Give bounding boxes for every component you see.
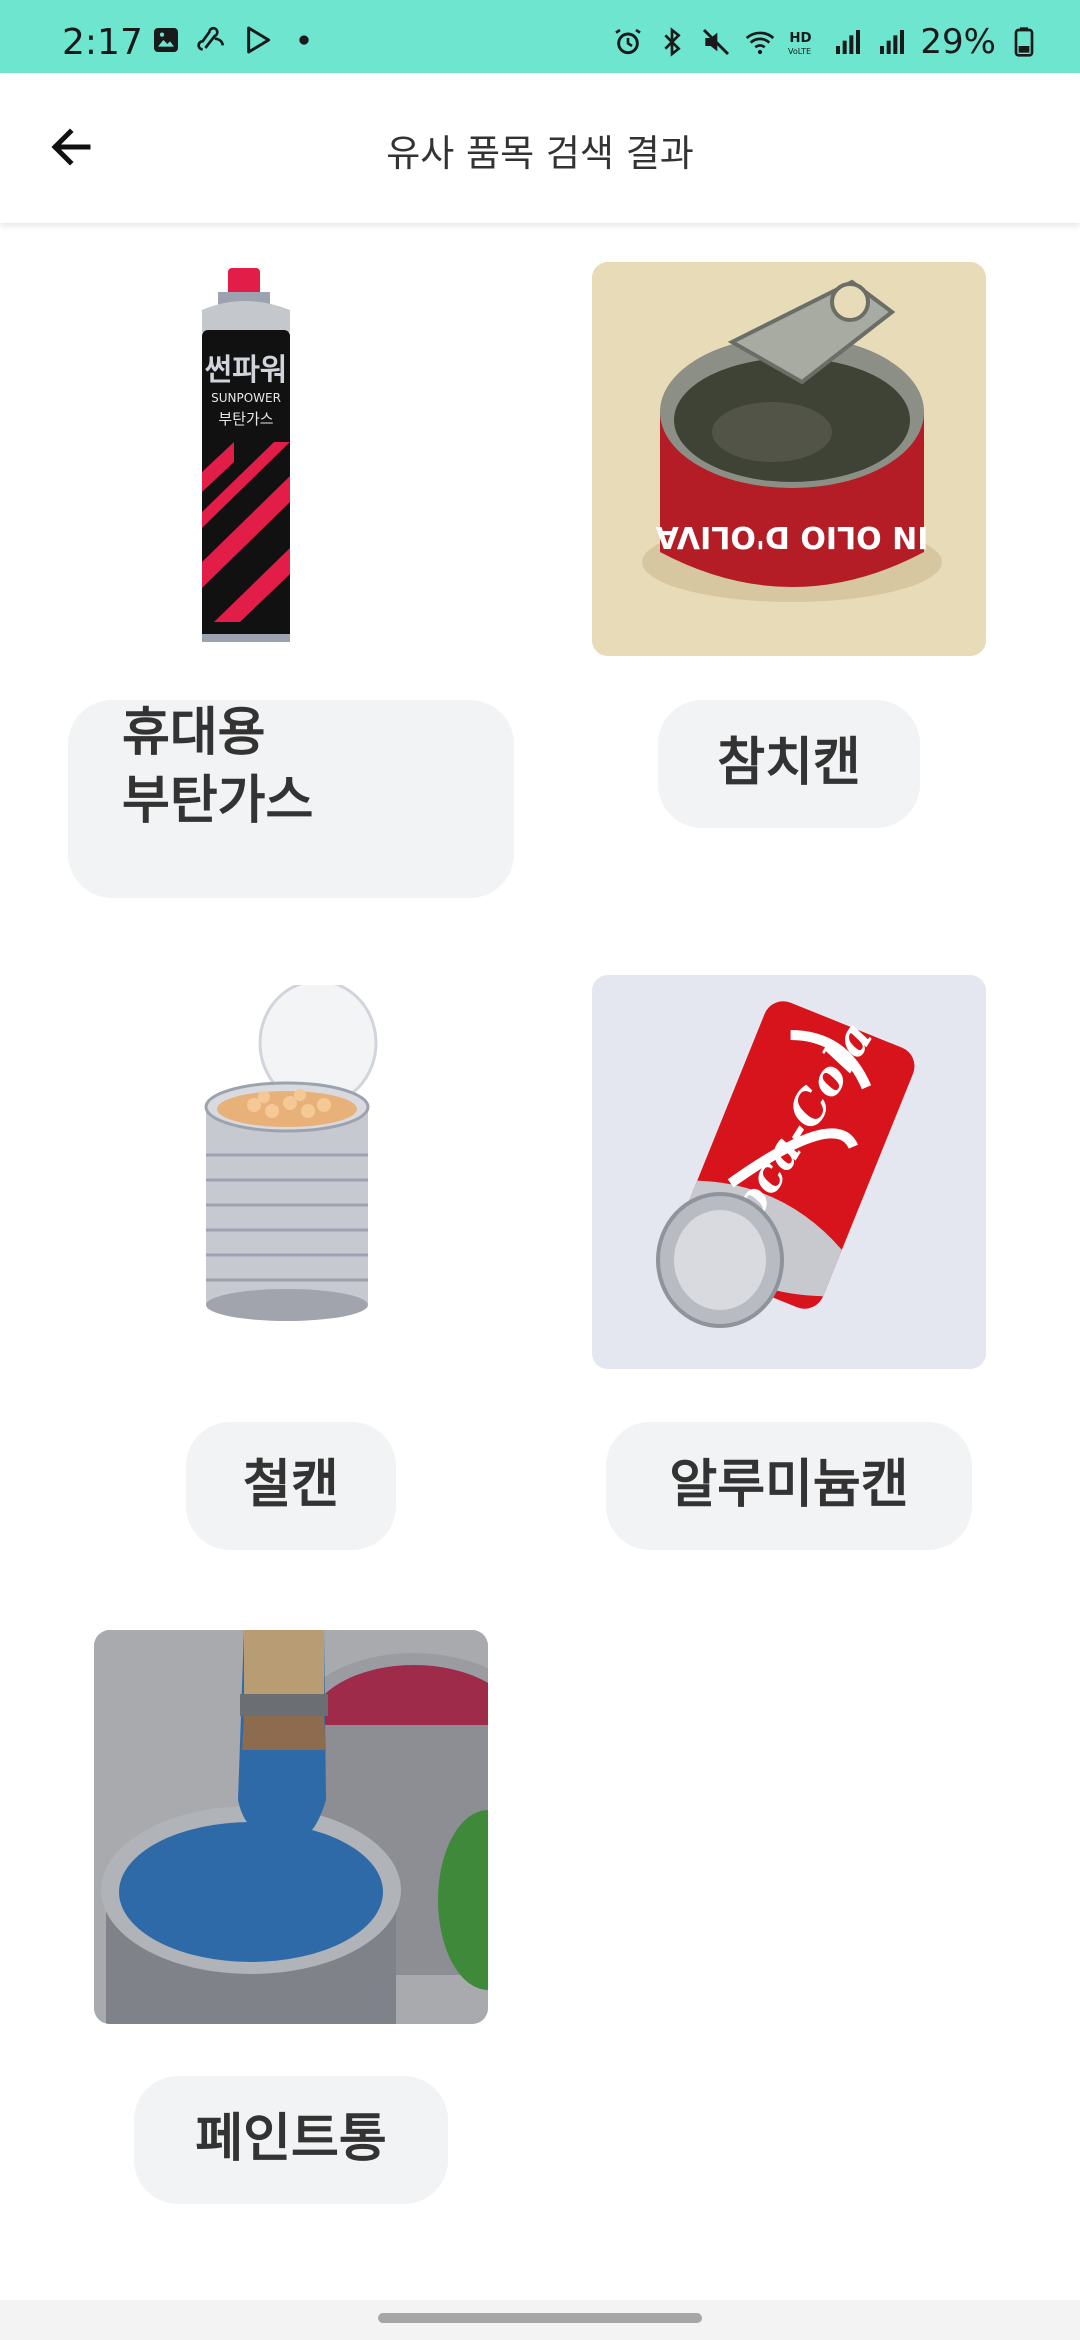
- mute-icon: [703, 28, 730, 56]
- dot-icon: [299, 35, 309, 45]
- status-time: 2:17: [62, 22, 143, 63]
- alarm-icon: [615, 28, 642, 55]
- svg-text:부탄가스: 부탄가스: [218, 410, 273, 428]
- bluetooth-icon: [664, 27, 682, 57]
- page-title: 유사 품목 검색 결과: [386, 132, 694, 175]
- battery-percent: 29%: [920, 22, 996, 62]
- app-bar: 유사 품목 검색 결과: [0, 73, 1080, 223]
- signal-icon: [836, 30, 861, 54]
- svg-text:썬파워: 썬파워: [205, 353, 288, 388]
- image-icon: [154, 28, 178, 52]
- item-label-tuna-can[interactable]: 참치캔: [658, 700, 920, 828]
- status-left-icons: [150, 24, 320, 56]
- svg-text:SUNPOWER: SUNPOWER: [211, 391, 281, 405]
- item-label-line1: 휴대용: [122, 703, 266, 763]
- paint-can-image[interactable]: [94, 1630, 488, 2024]
- aluminium-can-image[interactable]: Coca-Cola: [592, 975, 986, 1369]
- battery-icon: [1014, 27, 1034, 57]
- hd-voice-icon: HDVoLTE: [788, 31, 812, 56]
- svg-text:HD: HD: [790, 31, 812, 46]
- item-label-line2: 부탄가스: [122, 770, 314, 831]
- item-label-aluminium-can[interactable]: 알루미늄캔: [606, 1422, 972, 1550]
- item-label-butane[interactable]: 휴대용 부탄가스: [68, 700, 514, 898]
- wifi-icon: [746, 31, 775, 55]
- tuna-can-image[interactable]: IN OLIO D'OLIVA: [592, 262, 986, 656]
- signal-r-icon: [880, 30, 905, 54]
- link-icon: [197, 26, 224, 51]
- butane-gas-image[interactable]: 썬파워 SUNPOWER 부탄가스: [94, 262, 488, 656]
- svg-text:VoLTE: VoLTE: [788, 47, 811, 56]
- status-right-icons: HD VoLTE 29%: [612, 22, 1040, 62]
- status-bar: 2:17 HD VoLTE 29%: [0, 0, 1080, 73]
- item-label-paint-can[interactable]: 페인트통: [134, 2076, 448, 2204]
- home-gesture-handle[interactable]: [378, 2313, 702, 2323]
- steel-can-image[interactable]: [94, 985, 488, 1379]
- item-label-steel-can[interactable]: 철캔: [186, 1422, 396, 1550]
- play-icon: [247, 26, 271, 54]
- svg-text:IN OLIO D'OLIVA: IN OLIO D'OLIVA: [655, 519, 928, 554]
